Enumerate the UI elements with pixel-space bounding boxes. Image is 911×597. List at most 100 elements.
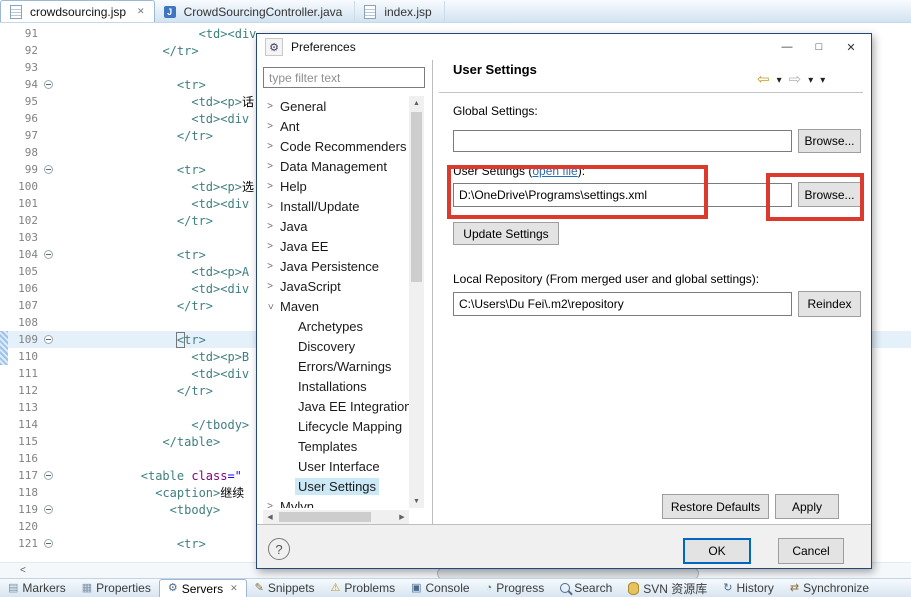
view-tab-markers[interactable]: Markers [0,579,74,597]
view-tab-properties[interactable]: Properties [74,579,159,597]
collapse-icon[interactable] [44,471,53,480]
dialog-title: Preferences [291,40,356,54]
editor-tab-crowdsourcing-jsp[interactable]: crowdsourcing.jsp✕ [0,0,155,22]
chevron-right-icon[interactable]: > [263,181,277,192]
global-settings-input[interactable] [453,130,792,152]
filter-input[interactable] [263,67,425,88]
view-tab-progress[interactable]: Progress [478,579,553,597]
tree-item-java-ee-integration[interactable]: Java EE Integration [263,396,409,416]
back-dropdown-icon[interactable] [777,72,782,86]
tree-item-user-interface[interactable]: User Interface [263,456,409,476]
chevron-right-icon[interactable]: > [263,201,277,212]
minimize-button[interactable]: — [771,34,803,60]
chevron-right-icon[interactable]: > [263,161,277,172]
chevron-right-icon[interactable]: > [263,101,277,112]
collapse-icon[interactable] [44,80,53,89]
tree-item-lifecycle-mapping[interactable]: Lifecycle Mapping [263,416,409,436]
view-tab-servers[interactable]: Servers✕ [159,579,247,597]
tree-item-errors-warnings[interactable]: Errors/Warnings [263,356,409,376]
annotation-ruler [0,25,8,42]
tree-horizontal-scrollbar[interactable]: ◀ ▶ [263,510,409,524]
maximize-button[interactable]: □ [803,34,835,60]
tree-item-java-persistence[interactable]: >Java Persistence [263,256,409,276]
cancel-button[interactable]: Cancel [778,538,844,564]
tree-item-installations[interactable]: Installations [263,376,409,396]
forward-arrow-icon[interactable] [789,70,802,88]
scrollbar-thumb[interactable] [279,512,371,522]
update-settings-button[interactable]: Update Settings [453,222,559,245]
annotation-ruler [0,450,8,467]
user-settings-input[interactable] [453,183,792,207]
back-arrow-icon[interactable] [757,70,770,88]
editor-tab-crowdsourcingcontroller-java[interactable]: CrowdSourcingController.java [155,1,356,22]
scroll-right-icon[interactable]: ▶ [395,510,409,524]
tree-item-templates[interactable]: Templates [263,436,409,456]
apply-button[interactable]: Apply [775,494,839,519]
close-icon[interactable]: ✕ [137,6,145,17]
view-tab-console[interactable]: Console [403,579,477,597]
view-tab-svn-资源库[interactable]: SVN 资源库 [620,579,715,597]
scroll-left-arrow-icon[interactable]: < [20,565,26,576]
view-tab-snippets[interactable]: Snippets [247,579,323,597]
tree-item-mylyn[interactable]: >Mylyn [263,496,409,508]
scroll-left-icon[interactable]: ◀ [263,510,277,524]
history-navigation [757,70,825,88]
preferences-dialog: Preferences — □ ✕ >General>Ant>Code Reco… [256,33,872,569]
scroll-down-icon[interactable]: ▼ [409,494,424,508]
global-browse-button[interactable]: Browse... [798,129,861,153]
tree-item-user-settings[interactable]: User Settings [263,476,409,496]
collapse-icon[interactable] [44,165,53,174]
ok-button[interactable]: OK [683,538,751,564]
restore-defaults-button[interactable]: Restore Defaults [662,494,769,519]
chevron-down-icon[interactable]: > [265,299,276,313]
scroll-up-icon[interactable]: ▲ [409,96,424,110]
chevron-right-icon[interactable]: > [263,221,277,232]
svn-repo-icon [628,582,639,595]
tree-item-javascript[interactable]: >JavaScript [263,276,409,296]
tree-item-data-management[interactable]: >Data Management [263,156,409,176]
editor-tab-index-jsp[interactable]: index.jsp [355,1,444,22]
annotation-ruler [0,144,8,161]
tree-item-code-recommenders[interactable]: >Code Recommenders [263,136,409,156]
tree-vertical-scrollbar[interactable]: ▲ ▼ [409,96,424,508]
tree-item-archetypes[interactable]: Archetypes [263,316,409,336]
chevron-right-icon[interactable]: > [263,501,277,509]
view-tab-search[interactable]: Search [552,579,620,597]
tree-item-maven[interactable]: >Maven [263,296,409,316]
code-text: <tr> [54,248,206,262]
user-settings-browse-button[interactable]: Browse... [798,182,861,207]
close-button[interactable]: ✕ [835,34,867,60]
open-file-link[interactable]: open file [532,164,577,178]
tree-item-discovery[interactable]: Discovery [263,336,409,356]
chevron-right-icon[interactable]: > [263,241,277,252]
collapse-icon[interactable] [44,250,53,259]
collapse-icon[interactable] [44,505,53,514]
chevron-right-icon[interactable]: > [263,281,277,292]
view-tab-problems[interactable]: Problems [323,579,404,597]
chevron-right-icon[interactable]: > [263,261,277,272]
scrollbar-thumb[interactable] [411,112,422,282]
help-icon[interactable]: ? [268,538,290,560]
code-text: </tr> [54,299,213,313]
chevron-right-icon[interactable]: > [263,141,277,152]
reindex-button[interactable]: Reindex [798,291,861,317]
line-number: 91 [8,27,42,40]
tree-item-java-ee[interactable]: >Java EE [263,236,409,256]
collapse-icon[interactable] [44,539,53,548]
tree-item-general[interactable]: >General [263,96,409,116]
tree-item-java[interactable]: >Java [263,216,409,236]
tree-item-ant[interactable]: >Ant [263,116,409,136]
view-tab-synchronize[interactable]: Synchronize [782,579,877,597]
tree-item-help[interactable]: >Help [263,176,409,196]
view-menu-icon[interactable] [820,72,825,86]
close-icon[interactable]: ✕ [230,583,238,594]
local-repository-input[interactable] [453,292,792,316]
annotation-ruler [0,110,8,127]
annotation-ruler [0,399,8,416]
forward-dropdown-icon[interactable] [808,72,813,86]
collapse-icon[interactable] [44,335,53,344]
tree-item-install-update[interactable]: >Install/Update [263,196,409,216]
dialog-title-bar[interactable]: Preferences — □ ✕ [257,34,871,60]
chevron-right-icon[interactable]: > [263,121,277,132]
view-tab-history[interactable]: History [715,579,782,597]
